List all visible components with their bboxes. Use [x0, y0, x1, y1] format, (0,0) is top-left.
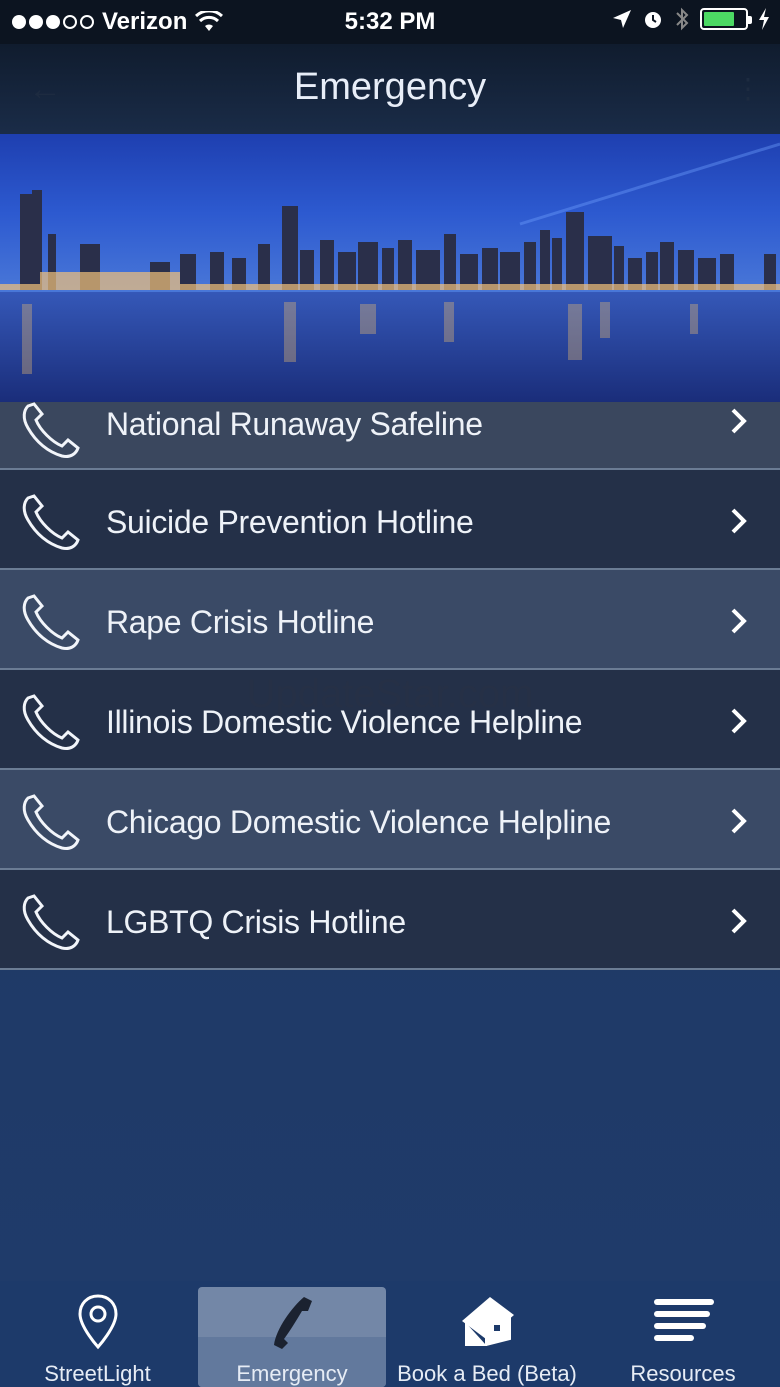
- tab-label: Resources: [630, 1361, 736, 1386]
- hotline-row[interactable]: National Runaway Safeline: [0, 402, 780, 470]
- more-menu-icon[interactable]: ⋮: [734, 72, 762, 104]
- hotline-row[interactable]: Suicide Prevention Hotline: [0, 470, 780, 570]
- chevron-right-icon: [731, 608, 747, 634]
- hotline-label: Chicago Domestic Violence Helpline: [106, 804, 612, 840]
- phone-icon: [22, 694, 80, 750]
- tab-bar: StreetLight Emergency Book a Bed (Beta) …: [0, 1281, 780, 1387]
- hotline-row[interactable]: Illinois Domestic Violence Helpline: [0, 670, 780, 770]
- hotline-label: LGBTQ Crisis Hotline: [106, 904, 406, 940]
- chevron-right-icon: [731, 808, 747, 834]
- city-skyline-banner: [0, 134, 780, 402]
- house-icon: [462, 1297, 514, 1346]
- bluetooth-icon: [676, 7, 689, 31]
- tab-streetlight[interactable]: StreetLight: [0, 1281, 195, 1387]
- tab-resources[interactable]: Resources: [588, 1281, 778, 1387]
- page-title: Emergency: [293, 66, 487, 108]
- hotline-label: Illinois Domestic Violence Helpline: [106, 704, 583, 740]
- hotline-label: National Runaway Safeline: [106, 406, 483, 442]
- chevron-right-icon: [731, 408, 747, 434]
- battery-icon: [700, 8, 752, 30]
- location-arrow-icon: [613, 10, 631, 28]
- phone-icon: [22, 494, 80, 550]
- hotline-label: Suicide Prevention Hotline: [106, 504, 474, 540]
- hotline-row[interactable]: Chicago Domestic Violence Helpline: [0, 770, 780, 870]
- hotline-list: National Runaway Safeline Suicide Preven…: [0, 402, 780, 970]
- tab-book-a-bed[interactable]: Book a Bed (Beta): [392, 1281, 582, 1387]
- charging-icon: [759, 8, 769, 30]
- status-right: [612, 7, 770, 31]
- phone-icon: [22, 594, 80, 650]
- hotline-label: Rape Crisis Hotline: [106, 604, 375, 640]
- hotline-row[interactable]: Rape Crisis Hotline: [0, 570, 780, 670]
- phone-icon: [22, 794, 80, 850]
- hotline-row[interactable]: LGBTQ Crisis Hotline: [0, 870, 780, 970]
- tab-label: StreetLight: [44, 1361, 151, 1386]
- chevron-right-icon: [731, 908, 747, 934]
- alarm-icon: [645, 12, 661, 28]
- navigation-bar: ← Emergency ⋮: [0, 44, 780, 134]
- tab-emergency[interactable]: Emergency: [198, 1281, 386, 1387]
- chevron-right-icon: [731, 708, 747, 734]
- chevron-right-icon: [731, 508, 747, 534]
- tab-label: Emergency: [236, 1361, 348, 1386]
- status-bar: Verizon 5:32 PM: [0, 0, 780, 44]
- tab-label: Book a Bed (Beta): [397, 1361, 577, 1386]
- phone-icon: [22, 402, 80, 458]
- battery-level: [704, 12, 734, 26]
- location-pin-icon: [77, 1294, 118, 1350]
- phone-handset-icon: [274, 1297, 312, 1349]
- phone-icon: [22, 894, 80, 950]
- lines-list-icon: [654, 1299, 714, 1341]
